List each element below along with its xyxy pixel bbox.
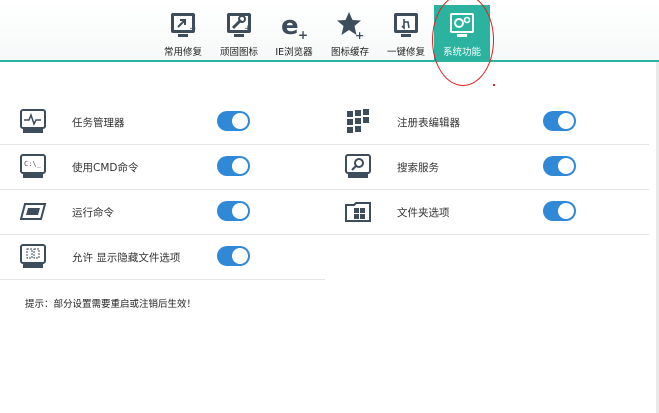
feature-row-cmd: C:\_ 使用CMD命令 <box>0 145 325 190</box>
tab-one-click-repair[interactable]: 一键修复 <box>378 5 434 60</box>
feature-row-search-service: 搜索服务 <box>325 145 649 190</box>
task-manager-toggle[interactable] <box>217 111 250 131</box>
cmd-icon: C:\_ <box>20 154 46 178</box>
cmd-toggle[interactable] <box>217 156 250 176</box>
wrench-plus-icon: + <box>227 13 252 37</box>
feature-row-folder-options: 文件夹选项 <box>325 190 649 235</box>
svg-text:+: + <box>189 24 197 34</box>
svg-text:+: + <box>244 24 252 34</box>
ie-plus-icon: e + <box>281 11 308 40</box>
feature-label: 注册表编辑器 <box>397 117 460 129</box>
search-service-toggle[interactable] <box>543 156 576 176</box>
tab-label: 顽固图标 <box>219 47 258 58</box>
tab-label: 图标缓存 <box>330 47 369 58</box>
svg-text:+: + <box>355 29 364 40</box>
feature-label: 允许 显示隐藏文件选项 <box>72 252 181 264</box>
annotation-dot <box>493 84 495 86</box>
tab-common-repair[interactable]: + 常用修复 <box>155 5 211 60</box>
feature-row-registry: 注册表编辑器 <box>325 100 649 145</box>
tab-label: 系统功能 <box>442 47 481 58</box>
folder-options-toggle[interactable] <box>543 201 576 221</box>
hint-text: 提示：部分设置需要重启或注销后生效！ <box>25 299 197 310</box>
hand-click-icon <box>394 13 418 37</box>
folder-options-icon <box>345 202 371 222</box>
tab-label: IE浏览器 <box>275 47 313 58</box>
hidden-files-icon <box>20 244 46 268</box>
svg-text:+: + <box>298 28 308 40</box>
tab-label: 常用修复 <box>163 47 202 58</box>
registry-icon <box>347 109 369 133</box>
feature-label: 文件夹选项 <box>397 207 450 219</box>
feature-row-task-manager: 任务管理器 <box>0 100 325 145</box>
tab-stubborn-icons[interactable]: + 顽固图标 <box>211 5 267 60</box>
svg-text:C:\_: C:\_ <box>24 160 42 168</box>
star-plus-icon: + <box>337 12 364 40</box>
feature-label: 使用CMD命令 <box>72 162 139 174</box>
registry-toggle[interactable] <box>543 111 576 131</box>
feature-row-hidden-files: 允许 显示隐藏文件选项 <box>0 235 325 280</box>
task-manager-icon <box>20 109 46 133</box>
toolbar: + 常用修复 + 顽固图标 e + IE浏览器 + 图标缓存 一键修复 系统功能 <box>0 0 659 62</box>
feature-label: 搜索服务 <box>397 162 439 174</box>
run-toggle[interactable] <box>217 201 250 221</box>
feature-label: 任务管理器 <box>72 117 125 129</box>
tab-label: 一键修复 <box>386 47 425 58</box>
tab-system-functions[interactable]: 系统功能 <box>434 5 490 62</box>
gears-monitor-icon <box>450 13 474 37</box>
feature-row-run: 运行命令 <box>0 190 325 235</box>
tab-ie-browser[interactable]: e + IE浏览器 <box>266 5 322 60</box>
run-icon <box>20 203 47 220</box>
feature-label: 运行命令 <box>72 207 114 219</box>
svg-text:e: e <box>281 11 299 40</box>
arrow-monitor-icon: + <box>171 13 197 37</box>
tab-icon-cache[interactable]: + 图标缓存 <box>322 5 378 60</box>
hidden-files-toggle[interactable] <box>217 246 250 266</box>
search-service-icon <box>345 154 371 178</box>
